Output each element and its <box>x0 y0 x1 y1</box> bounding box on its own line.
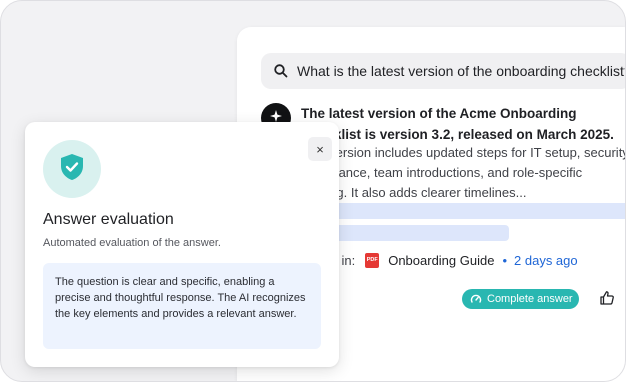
app-frame: What is the latest version of the onboar… <box>0 0 626 382</box>
answer-evaluation-dialog: × Answer evaluation Automated evaluation… <box>25 122 339 367</box>
evaluation-box: The question is clear and specific, enab… <box>43 263 321 349</box>
shield-check-icon <box>59 153 85 186</box>
search-query[interactable]: What is the latest version of the onboar… <box>297 63 625 79</box>
search-bar[interactable]: What is the latest version of the onboar… <box>261 53 625 89</box>
shield-badge <box>43 140 101 198</box>
thumbs-up-icon[interactable] <box>599 290 615 306</box>
close-button[interactable]: × <box>308 137 332 161</box>
answer-title: The latest version of the Acme Onboardin… <box>301 106 614 142</box>
gauge-icon <box>470 293 482 305</box>
source-row: Found in: PDF Onboarding Guide • 2 days … <box>301 251 578 269</box>
dialog-title: Answer evaluation <box>43 211 174 228</box>
evaluation-text: The question is clear and specific, enab… <box>55 276 306 320</box>
answer-body: This version includes updated steps for … <box>301 145 626 200</box>
pdf-icon: PDF <box>365 252 380 268</box>
dialog-subtitle: Automated evaluation of the answer. <box>43 237 221 249</box>
search-icon <box>273 63 289 79</box>
loading-skeleton-line <box>301 203 625 219</box>
close-icon: × <box>316 141 324 157</box>
source-timestamp: 2 days ago <box>514 252 578 268</box>
source-document-link[interactable]: Onboarding Guide <box>388 253 494 268</box>
complete-answer-badge[interactable]: Complete answer <box>462 289 579 309</box>
separator-dot: • <box>502 252 508 268</box>
complete-answer-label: Complete answer <box>487 293 573 305</box>
